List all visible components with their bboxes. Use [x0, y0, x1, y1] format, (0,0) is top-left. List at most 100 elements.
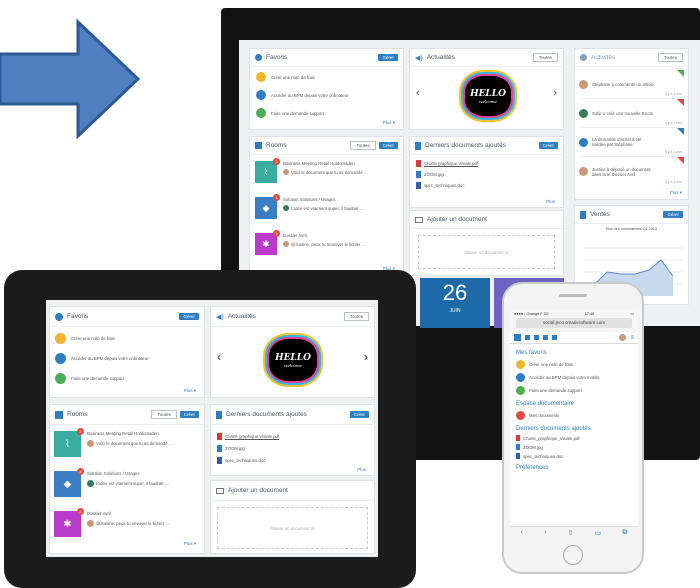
computer-icon [256, 90, 266, 100]
next-arrow-icon[interactable]: › [553, 87, 557, 99]
rooms-panel: Rooms Toutes Créer ⌇ 2 Business Meeting R… [49, 404, 205, 554]
back-icon[interactable]: ‹ [521, 529, 523, 536]
image-icon [516, 444, 520, 450]
more-link[interactable]: Plus ▾ [383, 120, 395, 126]
more-link[interactable]: Plus ▾ [670, 190, 682, 196]
avatar [87, 520, 94, 527]
create-button[interactable]: Créer [349, 411, 369, 418]
tabs-icon[interactable]: ⧉ [622, 529, 627, 537]
room-item[interactable]: ⌇ 2 Business Meeting Retail Holdomaden Voi… [50, 425, 204, 465]
activity-item[interactable]: La demande d'achat à été validée par Sté… [579, 128, 684, 157]
menu-icon[interactable]: ≡ [630, 335, 634, 341]
folder-icon[interactable] [534, 335, 539, 340]
favorite-link[interactable]: Créer une note de frais [271, 75, 315, 80]
bookmarks-icon[interactable]: ▭ [595, 529, 602, 537]
settings-icon[interactable] [552, 335, 557, 340]
favorite-link[interactable]: Accéder au BPM depuis votre mobile [529, 375, 600, 380]
document-link[interactable]: spec_techniques.doc [424, 183, 464, 188]
prev-arrow-icon[interactable]: ‹ [416, 87, 420, 99]
upload-panel: Ajouter un document Glisser un document … [210, 480, 375, 554]
pdf-icon [516, 435, 520, 441]
image-icon [416, 171, 421, 178]
activity-item[interactable]: Justine à déposé un document dans la le … [579, 157, 684, 186]
app-toolbar: ≡ [510, 332, 638, 344]
panel-title: Derniers documents ajoutés [226, 411, 307, 418]
more-link[interactable]: Plus [357, 467, 366, 472]
section-title: Préférences [516, 465, 549, 471]
user-icon[interactable] [543, 335, 548, 340]
document-link[interactable]: ZOOM.jpg [523, 445, 543, 450]
document-link[interactable]: Charte graphique Visiale.pdf [424, 161, 478, 166]
document-link[interactable]: spec_techniques.doc [225, 458, 265, 463]
favorite-link[interactable]: Créer une note de frais [71, 336, 115, 341]
clock: 17:46 [584, 311, 595, 316]
star-icon[interactable] [525, 335, 530, 340]
status-corner [677, 70, 684, 77]
drop-zone[interactable]: Glisser un document ici [217, 507, 368, 549]
favoris-panel: Favoris Gérer Créer une note de frais Ac… [49, 306, 205, 398]
pdf-icon [217, 433, 222, 440]
wallet-icon [256, 72, 266, 82]
document-link[interactable]: spec_techniques.doc [523, 454, 563, 459]
forward-icon[interactable]: › [544, 529, 546, 536]
document-link[interactable]: ZOOM.jpg [225, 446, 245, 451]
room-item[interactable]: ◆ 4 Solution Solutions / Usages L'idée est… [50, 465, 204, 505]
all-button[interactable]: Toutes [343, 312, 369, 321]
image-icon [217, 445, 222, 452]
document-link[interactable]: Charte graphique Visiale.pdf [225, 434, 279, 439]
create-button[interactable]: Créer [538, 142, 558, 149]
favorite-link[interactable]: Faire une demande support [271, 111, 324, 116]
all-button[interactable]: Toutes [151, 410, 177, 419]
favorite-link[interactable]: Accéder au BPM depuis votre ordinateur [271, 93, 348, 98]
all-button[interactable]: Toutes [532, 53, 558, 62]
document-icon [415, 141, 421, 150]
home-button[interactable] [563, 545, 583, 565]
activity-item[interactable]: Stéphane a commenté un article Il y a 1 m… [579, 70, 684, 99]
support-icon [516, 386, 525, 395]
document-link[interactable]: ZOOM.jpg [424, 172, 444, 177]
favorite-link[interactable]: Faire une demande support [71, 376, 124, 381]
arrow-right-icon [0, 18, 140, 140]
next-arrow-icon[interactable]: › [364, 349, 368, 364]
more-link[interactable]: Plus ▾ [184, 541, 196, 547]
drop-zone[interactable]: Glisser un document ici [418, 235, 555, 269]
panel-title: Actualités [227, 313, 256, 320]
room-item[interactable]: ⌇ 2 Business Meeting Retail Holdomaden Voi… [250, 155, 403, 191]
favorite-link[interactable]: Créer une note de frais [529, 362, 573, 367]
avatar [579, 79, 588, 89]
panel-title: Actualités [426, 54, 455, 61]
panel-title: Ventes [590, 211, 610, 218]
documents-link[interactable]: Mes documents [529, 413, 559, 418]
room-item[interactable]: ✱ 3 Dossier Avril @Justine, peux tu renvoy… [250, 227, 403, 263]
url-bar[interactable]: social.jeco.creativsoftware.com [516, 318, 632, 328]
speaker [559, 294, 587, 297]
avatar[interactable] [619, 334, 627, 341]
status-corner [677, 128, 684, 135]
manage-button[interactable]: Gérer [179, 313, 199, 320]
create-button[interactable]: Créer [378, 142, 398, 149]
manage-button[interactable]: Gérer [378, 54, 398, 61]
all-button[interactable]: Toutes [657, 53, 683, 62]
prev-arrow-icon[interactable]: ‹ [217, 349, 221, 364]
section-title: Mes favoris [516, 350, 547, 356]
panel-title: Derniers documents ajoutés [425, 142, 506, 149]
favorite-link[interactable]: Faire une demande support [529, 388, 582, 393]
logo-icon[interactable] [514, 334, 521, 341]
activity-item[interactable]: Sofie a créé une nouvelle Room Il y a 1 m… [579, 99, 684, 128]
more-link[interactable]: Plus [546, 199, 555, 204]
favoris-panel: Favoris Gérer Créer une note de frais Ac… [249, 48, 404, 130]
share-icon[interactable]: ⇧ [568, 529, 574, 537]
document-link[interactable]: Charte_graphique_Visiale.pdf [523, 436, 580, 441]
word-icon [516, 453, 520, 459]
room-item[interactable]: ◆ 4 Solution Solutions / Usages L'idée est… [250, 191, 403, 227]
more-link[interactable]: Plus ▾ [184, 388, 196, 394]
create-button[interactable]: Créer [179, 411, 199, 418]
room-item[interactable]: ✱ 3 Dossier Avril @Justine, peux tu envoye… [50, 505, 204, 545]
megaphone-icon: ◀) [415, 54, 423, 62]
all-button[interactable]: Toutes [350, 141, 376, 150]
favorite-link[interactable]: Accéder au BPM depuis votre ordinateur [71, 356, 148, 361]
tablet-screen: Favoris Gérer Créer une note de frais Ac… [46, 300, 378, 557]
section-title: Espace documentaire [516, 401, 575, 407]
chart-icon: ⌇ 2 [255, 158, 280, 183]
manage-button[interactable]: Gérer [663, 211, 683, 218]
